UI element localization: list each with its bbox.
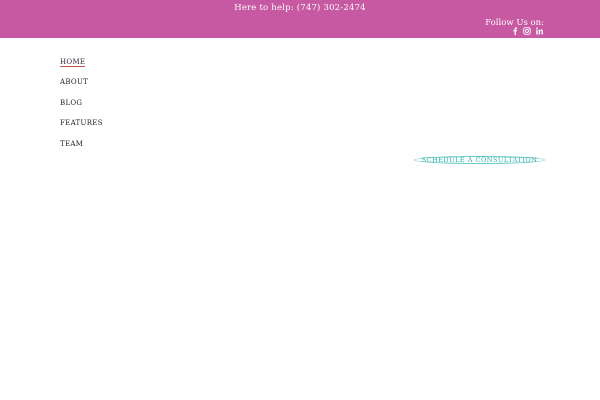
instagram-icon-svg [523,27,531,35]
nav-item-features[interactable]: FEATURES [60,117,103,137]
facebook-icon[interactable] [512,27,518,35]
main-nav: HOME ABOUT BLOG FEATURES TEAM [60,56,103,158]
nav-item-label: ABOUT [60,78,89,87]
page: Here to help: (747) 302-2474 Follow Us o… [0,0,600,400]
instagram-icon[interactable] [523,27,531,35]
nav-item-about[interactable]: ABOUT [60,76,103,96]
nav-item-label: FEATURES [60,119,103,128]
schedule-consultation-button[interactable]: SCHEDULE A CONSULTATION [414,156,545,164]
nav-item-label: TEAM [60,139,84,148]
top-bar: Here to help: (747) 302-2474 Follow Us o… [0,0,600,38]
nav-item-blog[interactable]: BLOG [60,97,103,117]
help-phone-text: Here to help: (747) 302-2474 [234,3,366,13]
nav-item-home[interactable]: HOME [60,56,103,76]
nav-item-label: BLOG [60,98,83,107]
social-links [512,27,543,35]
nav-item-label: HOME [60,58,86,67]
linkedin-icon[interactable] [536,27,543,35]
linkedin-icon-svg [536,27,543,35]
nav-item-team[interactable]: TEAM [60,138,103,158]
facebook-icon-svg [513,27,518,35]
